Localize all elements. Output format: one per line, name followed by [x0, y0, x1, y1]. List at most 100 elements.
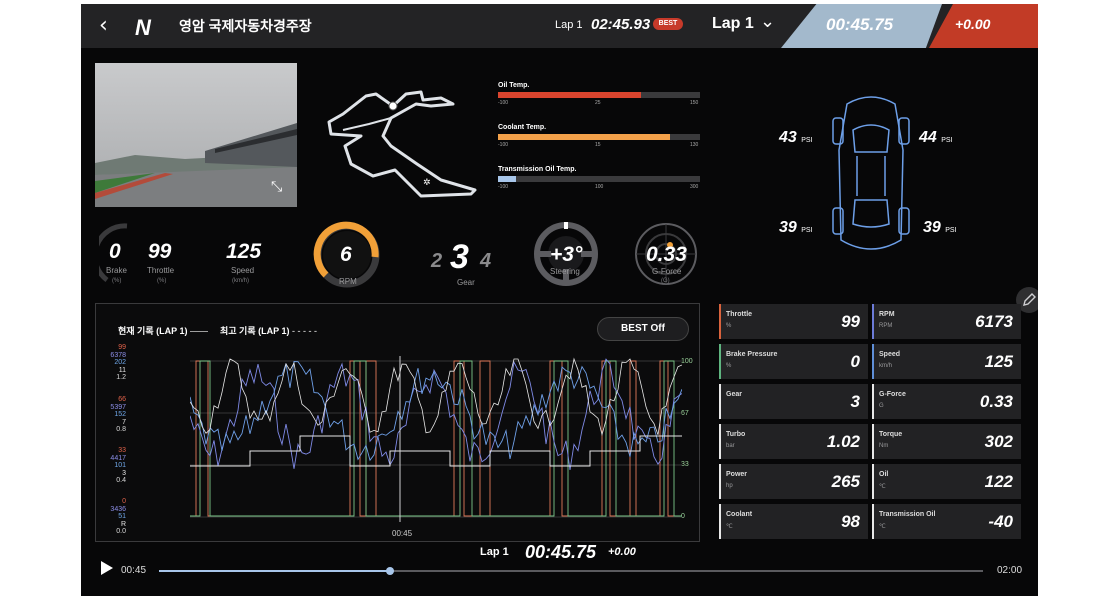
stat-card: Power hp 265 [719, 464, 868, 499]
stat-accent [719, 304, 721, 339]
y-axis-left-tick: 152 [114, 411, 126, 418]
telemetry-graph-panel: 현재 기록 (LAP 1) —— 최고 기록 (LAP 1) - - - - -… [95, 303, 700, 542]
stat-unit: Nm [879, 443, 889, 449]
stat-accent [719, 464, 721, 499]
temp-scale-tick: 130 [690, 142, 699, 148]
stat-label: Brake Pressure [726, 351, 778, 358]
stat-value: 98 [841, 512, 860, 531]
brand-logo: N [135, 15, 151, 40]
y-axis-left-tick: 33 [118, 447, 126, 454]
stat-label: Throttle [726, 311, 753, 318]
back-icon[interactable]: ‹ [99, 13, 108, 38]
y-axis-left-tick: 0 [122, 498, 126, 505]
y-axis-right-tick: 67 [681, 410, 689, 417]
y-axis-right-tick: 100 [681, 358, 693, 365]
stat-accent [719, 344, 721, 379]
y-axis-left-tick: 0.0 [116, 528, 126, 535]
stat-unit: ℃ [879, 484, 886, 490]
y-axis-left-tick: 11 [118, 366, 126, 374]
top-bar: ‹ N 영암 국제자동차경주장 Lap 1 02:45.93 BEST Lap … [81, 4, 1038, 48]
brake-unit: (%) [112, 278, 122, 284]
lap-selector[interactable]: Lap 1 [712, 15, 754, 33]
stat-card: Torque Nm 302 [872, 424, 1021, 459]
onboard-video[interactable] [95, 63, 297, 207]
temp-scale-tick: 15 [595, 142, 601, 148]
stat-label: Transmission Oil [879, 511, 936, 518]
temp-label: Transmission Oil Temp. [498, 166, 577, 173]
y-axis-left-tick: 99 [118, 344, 126, 351]
best-lap-time: 02:45.93 [591, 16, 651, 33]
delta-time: +0.00 [955, 16, 991, 32]
stat-unit: bar [726, 443, 735, 449]
stat-value: 265 [831, 472, 860, 491]
stat-accent [872, 424, 874, 459]
stat-unit: G [879, 403, 884, 409]
playback-track[interactable] [159, 567, 983, 575]
rpm-value: 6 [340, 243, 352, 266]
stat-accent [872, 384, 874, 419]
stat-unit: hp [726, 483, 733, 489]
y-axis-left-tick: 6378 [110, 351, 126, 359]
temp-bar [498, 176, 700, 182]
telemetry-trace [190, 360, 682, 517]
telemetry-trace [190, 357, 682, 437]
car-diagram [829, 90, 913, 265]
best-toggle-button[interactable]: BEST Off [597, 317, 689, 341]
brake-value: 0 [109, 240, 121, 263]
temp-label: Oil Temp. [498, 82, 530, 89]
temp-scale-tick: -100 [498, 100, 509, 106]
playback-thumb[interactable] [385, 567, 394, 575]
gear-current: 3 [450, 238, 469, 276]
stat-label: Torque [879, 431, 903, 438]
stat-card: Transmission Oil ℃ -40 [872, 504, 1021, 539]
expand-icon[interactable]: ⤡ [271, 179, 282, 195]
stat-accent [719, 384, 721, 419]
y-axis-left-tick: 101 [114, 462, 126, 469]
y-axis-left-tick: 66 [118, 396, 126, 403]
track-map: ✲ [321, 84, 481, 209]
track-title: 영암 국제자동차경주장 [179, 18, 312, 34]
legend-best-label: 최고 기록 (LAP 1) [220, 326, 290, 336]
speed-label: Speed [231, 266, 255, 275]
throttle-value: 99 [148, 240, 172, 263]
rpm-label: RPM [339, 277, 357, 286]
best-badge: BEST [653, 18, 683, 30]
stat-value: 0.33 [979, 392, 1013, 411]
stat-unit: % [726, 323, 732, 329]
stat-card: Speed km/h 125 [872, 344, 1021, 379]
stat-value: 302 [984, 432, 1013, 451]
stat-card: Gear 3 [719, 384, 868, 419]
stat-unit: km/h [879, 363, 893, 369]
stat-card: Throttle% 99 [719, 304, 868, 339]
stat-label: Turbo [726, 431, 746, 438]
tire-front-left: 43 PSI [779, 129, 813, 147]
playback-progress [159, 570, 390, 572]
stat-value: 0 [850, 352, 860, 371]
stat-accent [872, 464, 874, 499]
stat-card: G-Force G 0.33 [872, 384, 1021, 419]
y-axis-left-tick: 4417 [110, 454, 126, 462]
y-axis-left-tick: 3436 [110, 505, 126, 513]
stat-label: Oil [879, 471, 889, 478]
tire-pressure-unit: PSI [945, 227, 957, 234]
temp-scale-tick: -100 [498, 142, 509, 148]
elapsed-time: 00:45 [121, 565, 147, 576]
g-force-value: 0.33 [646, 243, 687, 266]
stat-card: Turbo bar 1.02 [719, 424, 868, 459]
chevron-down-icon[interactable]: ⌄ [760, 11, 775, 32]
telemetry-trace [190, 360, 682, 517]
svg-text:✲: ✲ [423, 178, 431, 188]
g-force-unit: (G) [661, 278, 670, 284]
cursor-time: 00:45 [392, 529, 413, 538]
legend-best: 최고 기록 (LAP 1) - - - - - [220, 326, 317, 336]
footer-lap-label: Lap 1 [480, 546, 509, 558]
speed-value: 125 [226, 240, 262, 263]
stat-unit: ℃ [879, 524, 886, 530]
temp-bar [498, 134, 700, 140]
brake-label: Brake [106, 266, 127, 275]
tire-rear-left: 39 PSI [779, 219, 813, 237]
telemetry-graph[interactable] [190, 356, 682, 522]
throttle-unit: (%) [157, 278, 167, 284]
stat-value: 99 [841, 312, 860, 331]
play-icon[interactable] [101, 561, 113, 580]
